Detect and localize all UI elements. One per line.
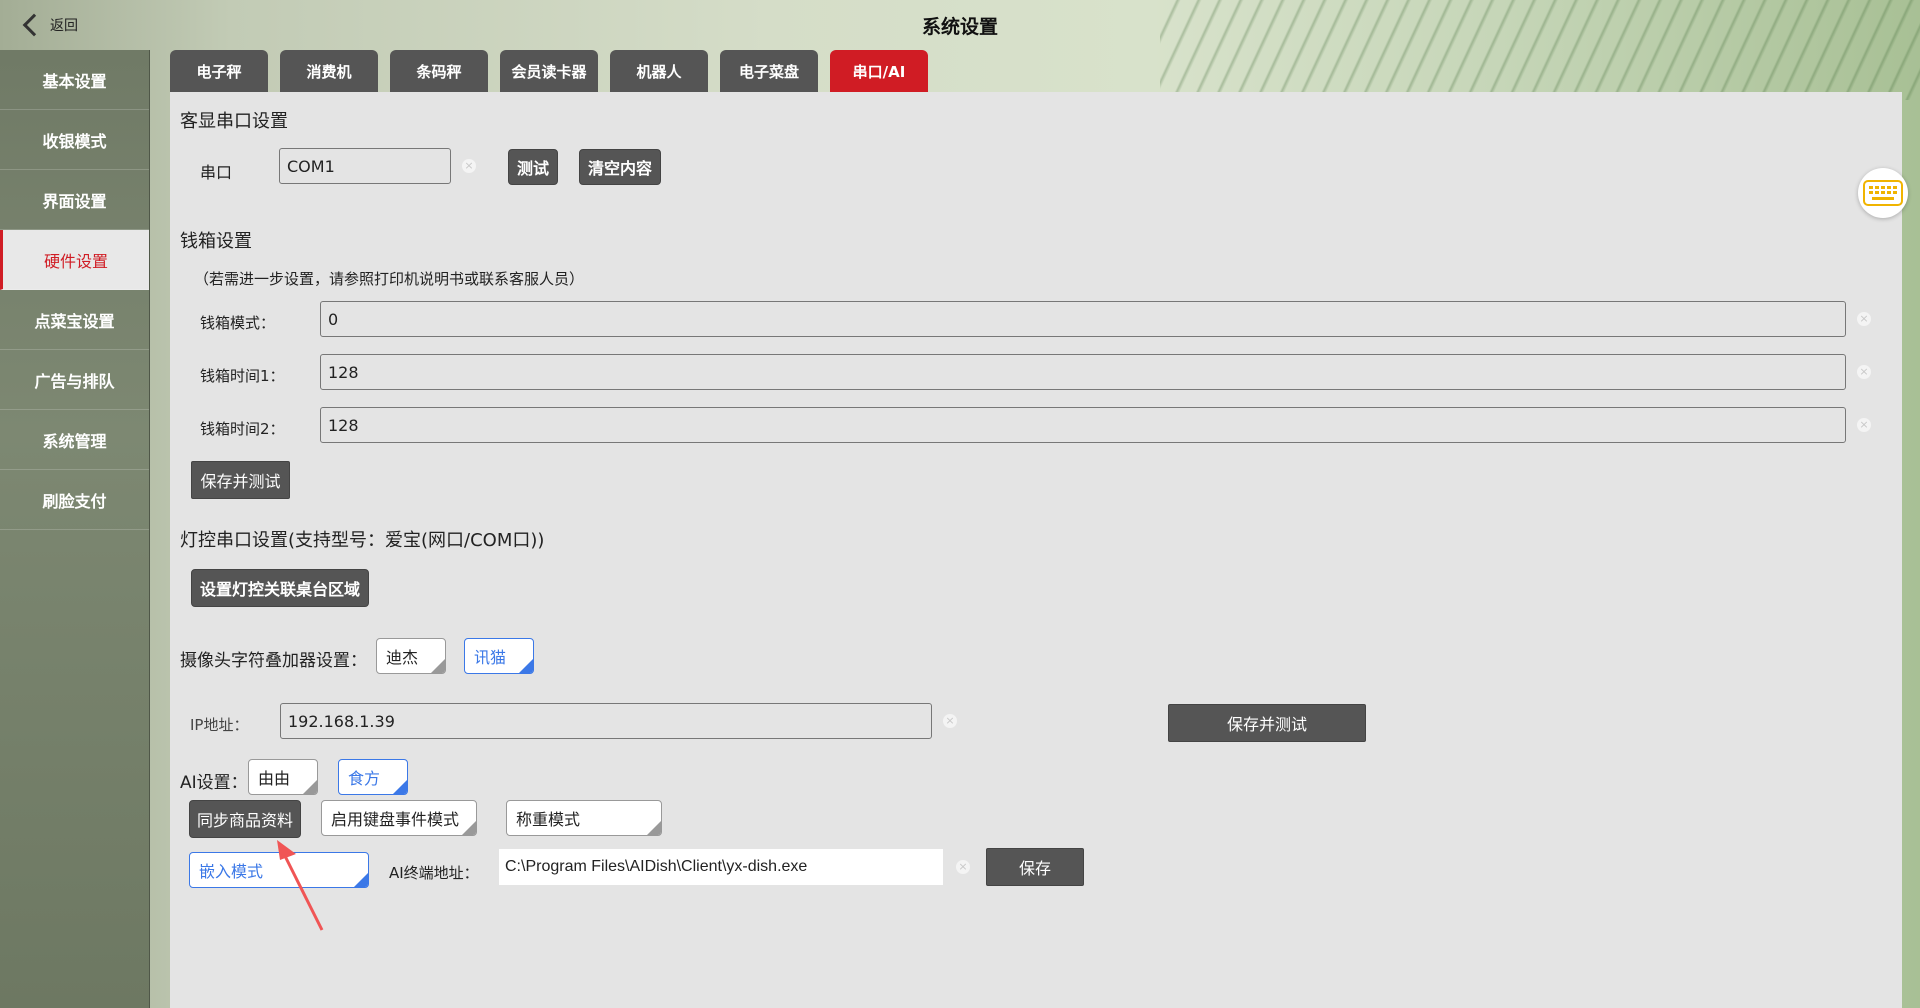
ai-terminal-label: AI终端地址： (389, 864, 479, 882)
sidebar: 基本设置 收银模式 界面设置 硬件设置 点菜宝设置 广告与排队 系统管理 刷脸支… (0, 50, 150, 1008)
ai-save-button[interactable]: 保存 (986, 848, 1084, 886)
clear-x-icon[interactable]: × (462, 159, 476, 173)
sidebar-item-cashier-mode[interactable]: 收银模式 (0, 110, 149, 170)
tab-robot[interactable]: 机器人 (610, 50, 708, 92)
drawer-mode-input[interactable] (320, 301, 1846, 337)
ip-save-test-button[interactable]: 保存并测试 (1168, 704, 1366, 742)
hardware-tabs: 电子秤 消费机 条码秤 会员读卡器 机器人 电子菜盘 串口/AI (170, 50, 940, 92)
sidebar-item-ordering-device[interactable]: 点菜宝设置 (0, 290, 149, 350)
corner-indicator (462, 821, 476, 835)
sidebar-item-hardware[interactable]: 硬件设置 (0, 230, 149, 290)
selected-check-icon (519, 659, 533, 673)
customer-display-title: 客显串口设置 (180, 111, 288, 132)
drawer-time2-input[interactable] (320, 407, 1846, 443)
cash-drawer-title: 钱箱设置 (180, 231, 252, 252)
tab-serial-ai[interactable]: 串口/AI (830, 50, 928, 92)
keyboard-icon (1863, 180, 1903, 206)
sidebar-item-system-management[interactable]: 系统管理 (0, 410, 149, 470)
clear-content-button[interactable]: 清空内容 (579, 149, 661, 185)
annotation-arrow-icon (277, 840, 324, 931)
clear-x-icon[interactable]: × (943, 714, 957, 728)
weigh-mode-option[interactable]: 称重模式 (506, 800, 662, 836)
clear-x-icon[interactable]: × (1857, 312, 1871, 326)
drawer-mode-label: 钱箱模式： (200, 314, 276, 332)
ip-label: IP地址： (190, 716, 249, 734)
clear-x-icon[interactable]: × (1857, 418, 1871, 432)
light-control-title: 灯控串口设置(支持型号：爱宝(网口/COM口)) (180, 530, 545, 551)
sidebar-item-basic[interactable]: 基本设置 (0, 50, 149, 110)
option-label: 讯猫 (474, 648, 507, 667)
page-title: 系统设置 (921, 16, 998, 38)
drawer-save-test-button[interactable]: 保存并测试 (191, 461, 290, 499)
corner-indicator (303, 780, 317, 794)
option-label: 迪杰 (386, 648, 419, 667)
option-label: 食方 (348, 769, 381, 788)
option-label: 称重模式 (516, 810, 581, 829)
sidebar-item-face-payment[interactable]: 刷脸支付 (0, 470, 149, 530)
ai-terminal-input[interactable] (499, 849, 943, 885)
option-label: 启用键盘事件模式 (331, 810, 460, 829)
tab-member-card-reader[interactable]: 会员读卡器 (500, 50, 598, 92)
serial-port-input[interactable] (279, 148, 451, 184)
corner-indicator (431, 659, 445, 673)
ai-option-shifang[interactable]: 食方 (338, 759, 408, 795)
settings-panel: 客显串口设置 串口 × 测试 清空内容 钱箱设置 （若需进一步设置，请参照打印机… (170, 92, 1902, 1008)
clear-x-icon[interactable]: × (1857, 365, 1871, 379)
keyboard-toggle-button[interactable] (1858, 168, 1908, 218)
ai-option-youyou[interactable]: 由由 (248, 759, 318, 795)
drawer-time1-label: 钱箱时间1： (200, 367, 285, 385)
tab-electronic-scale[interactable]: 电子秤 (170, 50, 268, 92)
corner-indicator (647, 821, 661, 835)
camera-option-dijie[interactable]: 迪杰 (376, 638, 446, 674)
selected-check-icon (354, 873, 368, 887)
light-zone-button[interactable]: 设置灯控关联桌台区域 (191, 569, 369, 607)
drawer-time1-input[interactable] (320, 354, 1846, 390)
serial-port-label: 串口 (200, 163, 233, 182)
keyboard-event-mode-option[interactable]: 启用键盘事件模式 (321, 800, 477, 836)
tab-barcode-scale[interactable]: 条码秤 (390, 50, 488, 92)
sidebar-item-ads-queue[interactable]: 广告与排队 (0, 350, 149, 410)
camera-option-xunmao[interactable]: 讯猫 (464, 638, 534, 674)
clear-x-icon[interactable]: × (956, 860, 970, 874)
option-label: 嵌入模式 (199, 862, 264, 881)
sidebar-item-interface[interactable]: 界面设置 (0, 170, 149, 230)
selected-check-icon (393, 780, 407, 794)
top-bar: 返回 系统设置 (0, 0, 1920, 50)
test-button[interactable]: 测试 (508, 149, 558, 185)
cash-drawer-note: （若需进一步设置，请参照打印机说明书或联系客服人员） (194, 270, 585, 288)
camera-overlay-label: 摄像头字符叠加器设置： (180, 651, 367, 671)
tab-consumption-machine[interactable]: 消费机 (280, 50, 378, 92)
drawer-time2-label: 钱箱时间2： (200, 420, 285, 438)
tab-electronic-tray[interactable]: 电子菜盘 (720, 50, 818, 92)
ip-address-input[interactable] (280, 703, 932, 739)
sync-products-button[interactable]: 同步商品资料 (189, 800, 301, 838)
ai-settings-label: AI设置： (180, 773, 248, 793)
option-label: 由由 (258, 769, 291, 788)
